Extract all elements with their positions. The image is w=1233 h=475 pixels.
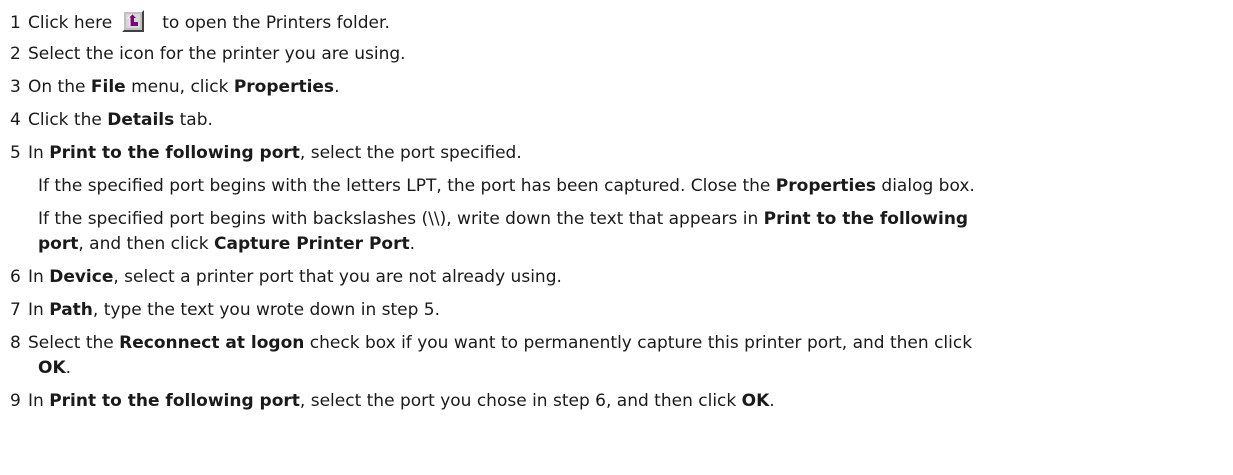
ui-term-file: File <box>90 77 126 97</box>
note-text: . <box>409 234 415 254</box>
note-lpt: If the specified port begins with the le… <box>38 175 975 197</box>
ui-term-capture-printer-port: Capture Printer Port <box>214 234 410 254</box>
printers-folder-shortcut-button[interactable] <box>122 10 145 32</box>
ui-term-print-to-port: Print to the following port <box>49 143 300 163</box>
step-text: to open the Printers folder. <box>162 13 390 33</box>
step-text: In <box>28 300 50 320</box>
step-text: In <box>28 267 50 287</box>
ui-term-reconnect-at-logon: Reconnect at logon <box>119 333 305 353</box>
step-text: . <box>769 391 775 411</box>
step-text: In <box>28 391 50 411</box>
ui-term-ok: OK <box>38 358 66 378</box>
step-1: 1 Click here to open the Printers folder. <box>10 10 390 34</box>
step-number: 4 <box>10 110 21 130</box>
step-text: On the <box>28 77 91 97</box>
note-backslash-continued: port, and then click Capture Printer Por… <box>38 233 415 255</box>
step-text: Click here <box>28 13 113 33</box>
step-text: menu, click <box>125 77 234 97</box>
note-text: If the specified port begins with the le… <box>38 176 776 196</box>
step-3: 3 On the File menu, click Properties. <box>10 76 339 98</box>
step-text: . <box>334 77 340 97</box>
step-number: 1 <box>10 13 21 33</box>
ui-term-path: Path <box>49 300 93 320</box>
step-6: 6 In Device, select a printer port that y… <box>10 266 562 288</box>
note-text: If the specified port begins with backsl… <box>38 209 764 229</box>
step-text: check box if you want to permanently cap… <box>304 333 973 353</box>
step-text: Click the <box>28 110 108 130</box>
step-number: 8 <box>10 333 21 353</box>
note-text: , and then click <box>78 234 215 254</box>
ui-term-device: Device <box>49 267 114 287</box>
step-9: 9 In Print to the following port, select … <box>10 390 775 412</box>
ui-term-properties: Properties <box>233 77 335 97</box>
ui-term-port: port <box>38 234 79 254</box>
ui-term-ok: OK <box>741 391 770 411</box>
step-number: 9 <box>10 391 21 411</box>
step-number: 2 <box>10 44 21 64</box>
step-number: 6 <box>10 267 21 287</box>
note-text: dialog box. <box>876 176 975 196</box>
step-text: , select the port specified. <box>299 143 522 163</box>
step-8-continued: OK. <box>38 357 71 379</box>
step-2: 2 Select the icon for the printer you are… <box>10 43 406 65</box>
step-number: 3 <box>10 77 21 97</box>
step-text: , type the text you wrote down in step 5… <box>92 300 441 320</box>
ui-term-properties: Properties <box>775 176 877 196</box>
step-text: In <box>28 143 50 163</box>
step-text: Select the icon for the printer you are … <box>28 44 406 64</box>
step-text: tab. <box>174 110 213 130</box>
ui-term-print-to-port: Print to the following port <box>49 391 300 411</box>
step-text: , select a printer port that you are not… <box>113 267 562 287</box>
step-5: 5 In Print to the following port, select … <box>10 142 522 164</box>
ui-term-print-to-port: Print to the following <box>763 209 969 229</box>
step-text: , select the port you chose in step 6, a… <box>299 391 742 411</box>
step-text: Select the <box>28 333 120 353</box>
step-8: 8 Select the Reconnect at logon check box… <box>10 332 972 354</box>
step-number: 7 <box>10 300 21 320</box>
help-page: 1 Click here to open the Printers folder. … <box>0 0 1233 475</box>
ui-term-details: Details <box>107 110 175 130</box>
note-backslash: If the specified port begins with backsl… <box>38 208 968 230</box>
step-7: 7 In Path, type the text you wrote down i… <box>10 299 440 321</box>
shortcut-arrow-icon <box>126 13 141 28</box>
step-number: 5 <box>10 143 21 163</box>
step-4: 4 Click the Details tab. <box>10 109 213 131</box>
step-text: . <box>65 358 72 378</box>
